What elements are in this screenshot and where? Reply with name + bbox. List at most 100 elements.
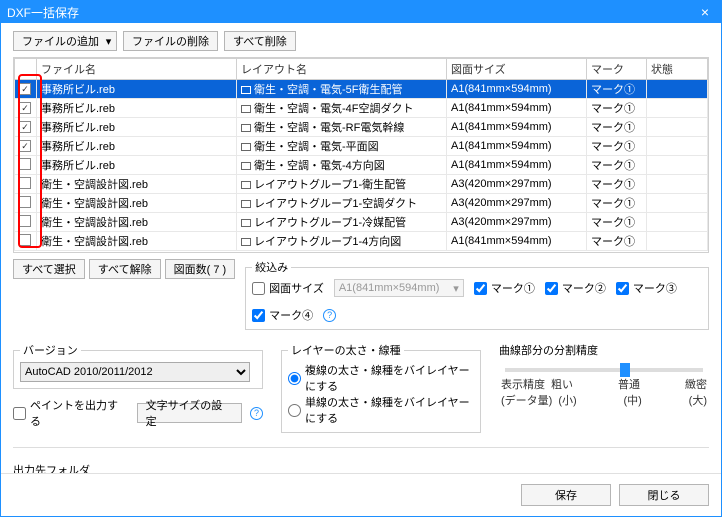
cell-filename: 事務所ビル.reb — [37, 137, 237, 156]
help-icon[interactable]: ? — [250, 407, 263, 420]
cell-status — [647, 175, 708, 194]
paint-output-check[interactable]: ペイントを出力する — [13, 397, 129, 429]
linewidth-group: レイヤーの太さ・線種 複線の太さ・線種をバイレイヤーにする 単線の太さ・線種をバ… — [281, 342, 481, 433]
file-table: ファイル名 レイアウト名 図面サイズ マーク 状態 ✓事務所ビル.reb衛生・空… — [13, 57, 709, 253]
close-button[interactable]: 閉じる — [619, 484, 709, 506]
cell-mark: マーク① — [587, 99, 647, 118]
cell-layout: 衛生・空調・電気-RF電気幹線 — [237, 118, 447, 137]
cell-size: A1(841mm×594mm) — [447, 99, 587, 118]
row-checkbox[interactable] — [19, 196, 31, 208]
filter-legend: 絞込み — [252, 259, 291, 275]
cell-mark: マーク① — [587, 137, 647, 156]
filter-mark2[interactable]: マーク② — [545, 280, 606, 296]
cell-mark: マーク① — [587, 213, 647, 232]
output-label: 出力先フォルダ — [13, 462, 709, 473]
cell-size: A1(841mm×594mm) — [447, 137, 587, 156]
cell-size: A3(420mm×297mm) — [447, 194, 587, 213]
curve-legend: 曲線部分の分割精度 — [499, 342, 598, 358]
row-checkbox[interactable]: ✓ — [19, 121, 31, 133]
cell-layout: 衛生・空調・電気-4F空調ダクト — [237, 99, 447, 118]
row-checkbox[interactable]: ✓ — [19, 83, 31, 95]
linewidth-legend: レイヤーの太さ・線種 — [288, 342, 404, 358]
row-checkbox[interactable] — [19, 177, 31, 189]
add-file-button[interactable]: ファイルの追加 — [13, 31, 102, 51]
table-row[interactable]: ✓ 事務所ビル.reb衛生・空調・電気-4F空調ダクトA1(841mm×594mm… — [15, 99, 708, 118]
cell-layout: レイアウトグループ1-空調ダクト — [237, 194, 447, 213]
row-checkbox[interactable] — [19, 215, 31, 227]
cell-size: A3(420mm×297mm) — [447, 213, 587, 232]
close-icon[interactable]: × — [695, 4, 715, 20]
cell-mark: マーク① — [587, 80, 647, 99]
row-checkbox[interactable] — [19, 158, 31, 170]
cell-layout: レイアウトグループ1-4方向図 — [237, 232, 447, 251]
cell-mark: マーク① — [587, 118, 647, 137]
help-icon[interactable]: ? — [323, 309, 336, 322]
cell-layout: 衛生・空調・電気-5F衛生配管 — [237, 80, 447, 99]
layout-icon — [241, 143, 251, 151]
col-papersize[interactable]: 図面サイズ — [447, 59, 587, 80]
cell-size: A3(420mm×297mm) — [447, 175, 587, 194]
toolbar: ファイルの追加 ▾ ファイルの削除 すべて削除 — [13, 31, 709, 51]
layout-icon — [241, 181, 251, 189]
cell-status — [647, 194, 708, 213]
cell-filename: 衛生・空調設計図.reb — [37, 194, 237, 213]
layout-icon — [241, 219, 251, 227]
cell-size: A1(841mm×594mm) — [447, 232, 587, 251]
cell-mark: マーク① — [587, 175, 647, 194]
cell-size: A1(841mm×594mm) — [447, 118, 587, 137]
save-button[interactable]: 保存 — [521, 484, 611, 506]
table-row[interactable]: 事務所ビル.reb衛生・空調・電気-4方向図A1(841mm×594mm)マーク… — [15, 156, 708, 175]
cell-size: A1(841mm×594mm) — [447, 156, 587, 175]
filter-papersize-check[interactable]: 図面サイズ — [252, 280, 324, 296]
add-file-dropdown[interactable]: ▾ — [101, 31, 117, 51]
layout-icon — [241, 162, 251, 170]
filter-mark3[interactable]: マーク③ — [616, 280, 677, 296]
precision-slider[interactable] — [505, 368, 703, 372]
table-row[interactable]: ✓事務所ビル.reb衛生・空調・電気-5F衛生配管A1(841mm×594mm)… — [15, 80, 708, 99]
filter-mark1[interactable]: マーク① — [474, 280, 535, 296]
row-checkbox[interactable]: ✓ — [19, 140, 31, 152]
cell-layout: レイアウトグループ1-衛生配管 — [237, 175, 447, 194]
select-all-button[interactable]: すべて選択 — [13, 259, 85, 279]
linewidth-opt1[interactable] — [288, 372, 301, 385]
col-status[interactable]: 状態 — [647, 59, 708, 80]
col-filename[interactable]: ファイル名 — [37, 59, 237, 80]
deselect-all-button[interactable]: すべて解除 — [89, 259, 161, 279]
row-checkbox[interactable] — [19, 234, 31, 246]
curve-group: 曲線部分の分割精度 表示精度粗い 普通 緻密 (データ量)(小) (中) (大) — [499, 342, 709, 408]
filter-papersize-select[interactable]: A1(841mm×594mm)▾ — [334, 279, 464, 297]
linewidth-opt2[interactable] — [288, 404, 301, 417]
table-row[interactable]: 衛生・空調設計図.rebレイアウトグループ1-冷媒配管A3(420mm×297m… — [15, 213, 708, 232]
chevron-down-icon: ▾ — [453, 282, 459, 295]
version-group: バージョン AutoCAD 2010/2011/2012 — [13, 342, 263, 389]
slider-thumb[interactable] — [620, 363, 630, 377]
window-title: DXF一括保存 — [7, 4, 79, 21]
col-mark[interactable]: マーク — [587, 59, 647, 80]
layout-icon — [241, 238, 251, 246]
table-row[interactable]: ✓ 事務所ビル.reb衛生・空調・電気-平面図A1(841mm×594mm)マーク… — [15, 137, 708, 156]
cell-filename: 衛生・空調設計図.reb — [37, 232, 237, 251]
cell-status — [647, 156, 708, 175]
cell-layout: 衛生・空調・電気-平面図 — [237, 137, 447, 156]
delete-file-button[interactable]: ファイルの削除 — [123, 31, 218, 51]
table-row[interactable]: 衛生・空調設計図.rebレイアウトグループ1-4方向図A1(841mm×594m… — [15, 232, 708, 251]
cell-filename: 衛生・空調設計図.reb — [37, 175, 237, 194]
layout-icon — [241, 200, 251, 208]
version-select[interactable]: AutoCAD 2010/2011/2012 — [20, 362, 250, 382]
cell-status — [647, 99, 708, 118]
fontsize-button[interactable]: 文字サイズの設定 — [137, 403, 242, 423]
delete-all-button[interactable]: すべて削除 — [224, 31, 296, 51]
cell-filename: 事務所ビル.reb — [37, 99, 237, 118]
col-layout[interactable]: レイアウト名 — [237, 59, 447, 80]
cell-size: A1(841mm×594mm) — [447, 80, 587, 99]
cell-layout: 衛生・空調・電気-4方向図 — [237, 156, 447, 175]
table-row[interactable]: 衛生・空調設計図.rebレイアウトグループ1-衛生配管A3(420mm×297m… — [15, 175, 708, 194]
row-checkbox[interactable]: ✓ — [19, 102, 31, 114]
filter-mark4[interactable]: マーク④ — [252, 307, 313, 323]
table-row[interactable]: 衛生・空調設計図.rebレイアウトグループ1-空調ダクトA3(420mm×297… — [15, 194, 708, 213]
cell-status — [647, 137, 708, 156]
version-legend: バージョン — [20, 342, 81, 358]
table-row[interactable]: ✓事務所ビル.reb衛生・空調・電気-RF電気幹線A1(841mm×594mm)… — [15, 118, 708, 137]
cell-filename: 事務所ビル.reb — [37, 156, 237, 175]
count-button[interactable]: 図面数( 7 ) — [165, 259, 236, 279]
